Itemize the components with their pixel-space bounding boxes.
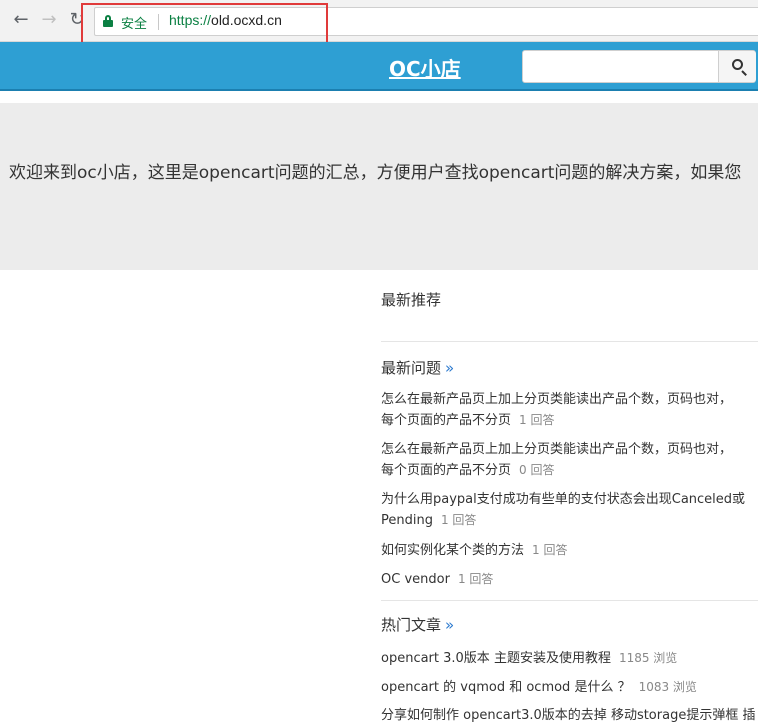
- latest-questions-label: 最新问题: [381, 359, 442, 377]
- back-arrow-icon[interactable]: ←: [10, 9, 32, 31]
- forward-arrow-icon[interactable]: →: [38, 9, 60, 31]
- answer-count: 1 回答: [440, 513, 477, 527]
- recommended-title: 最新推荐: [381, 291, 442, 309]
- article-item[interactable]: opencart 的 vqmod 和 ocmod 是什么 ？ 1083 浏览: [381, 677, 758, 698]
- view-count: 1185 浏览: [618, 651, 678, 665]
- site-logo-link[interactable]: OC小店: [389, 53, 461, 82]
- welcome-banner: 欢迎来到oc小店，这里是opencart问题的汇总，方便用户查找opencart…: [0, 103, 758, 270]
- welcome-text: 欢迎来到oc小店，这里是opencart问题的汇总，方便用户查找opencart…: [9, 163, 742, 183]
- question-link[interactable]: 为什么用paypal支付成功有些单的支付状态会出现Canceled或: [381, 492, 745, 507]
- question-link-cont[interactable]: 每个页面的产品不分页: [381, 463, 511, 478]
- sidebar-content: 最新推荐 最新问题» 怎么在最新产品页上加上分页类能读出产品个数，页码也对， 每…: [381, 270, 758, 726]
- site-header: OC小店: [0, 42, 758, 91]
- question-item[interactable]: 为什么用paypal支付成功有些单的支付状态会出现Canceled或 Pendi…: [381, 490, 758, 531]
- view-count: 1083 浏览: [638, 680, 697, 694]
- search-icon-handle: [741, 70, 747, 76]
- search-box: [522, 50, 756, 83]
- article-link[interactable]: 分享如何制作 opencart3.0版本的去掉 移动storage提示弹框 插: [381, 708, 755, 723]
- search-input[interactable]: [523, 51, 718, 82]
- article-item[interactable]: 分享如何制作 opencart3.0版本的去掉 移动storage提示弹框 插: [381, 706, 758, 726]
- question-item[interactable]: 怎么在最新产品页上加上分页类能读出产品个数，页码也对， 每个页面的产品不分页 0 …: [381, 440, 758, 481]
- latest-questions-more-link[interactable]: »: [445, 359, 454, 377]
- hot-articles-more-link[interactable]: »: [445, 616, 454, 634]
- article-item[interactable]: opencart 3.0版本 主题安装及使用教程 1185 浏览: [381, 648, 758, 669]
- answer-count: 1 回答: [519, 413, 555, 427]
- question-link[interactable]: 怎么在最新产品页上加上分页类能读出产品个数，页码也对，: [381, 392, 732, 407]
- hot-articles-label: 热门文章: [381, 616, 442, 634]
- question-item[interactable]: OC vendor 1 回答: [381, 569, 758, 590]
- question-link[interactable]: OC vendor: [381, 572, 450, 587]
- question-link-cont[interactable]: 每个页面的产品不分页: [381, 413, 511, 428]
- answer-count: 1 回答: [532, 543, 568, 557]
- question-link[interactable]: 怎么在最新产品页上加上分页类能读出产品个数，页码也对，: [381, 442, 732, 457]
- article-link[interactable]: opencart 3.0版本 主题安装及使用教程: [381, 651, 611, 666]
- article-link[interactable]: opencart 的 vqmod 和 ocmod 是什么 ？: [381, 680, 631, 695]
- answer-count: 1 回答: [457, 572, 494, 586]
- latest-questions-title[interactable]: 最新问题»: [381, 357, 454, 378]
- question-link-cont[interactable]: Pending: [381, 513, 433, 528]
- question-link[interactable]: 如何实例化某个类的方法: [381, 543, 524, 558]
- search-button[interactable]: [718, 51, 756, 82]
- answer-count: 0 回答: [519, 463, 555, 477]
- divider: [381, 600, 758, 601]
- hot-articles-title[interactable]: 热门文章»: [381, 614, 454, 635]
- question-item[interactable]: 怎么在最新产品页上加上分页类能读出产品个数，页码也对， 每个页面的产品不分页 1 …: [381, 390, 758, 431]
- question-item[interactable]: 如何实例化某个类的方法 1 回答: [381, 540, 758, 561]
- divider: [381, 341, 758, 342]
- search-icon: [732, 59, 743, 70]
